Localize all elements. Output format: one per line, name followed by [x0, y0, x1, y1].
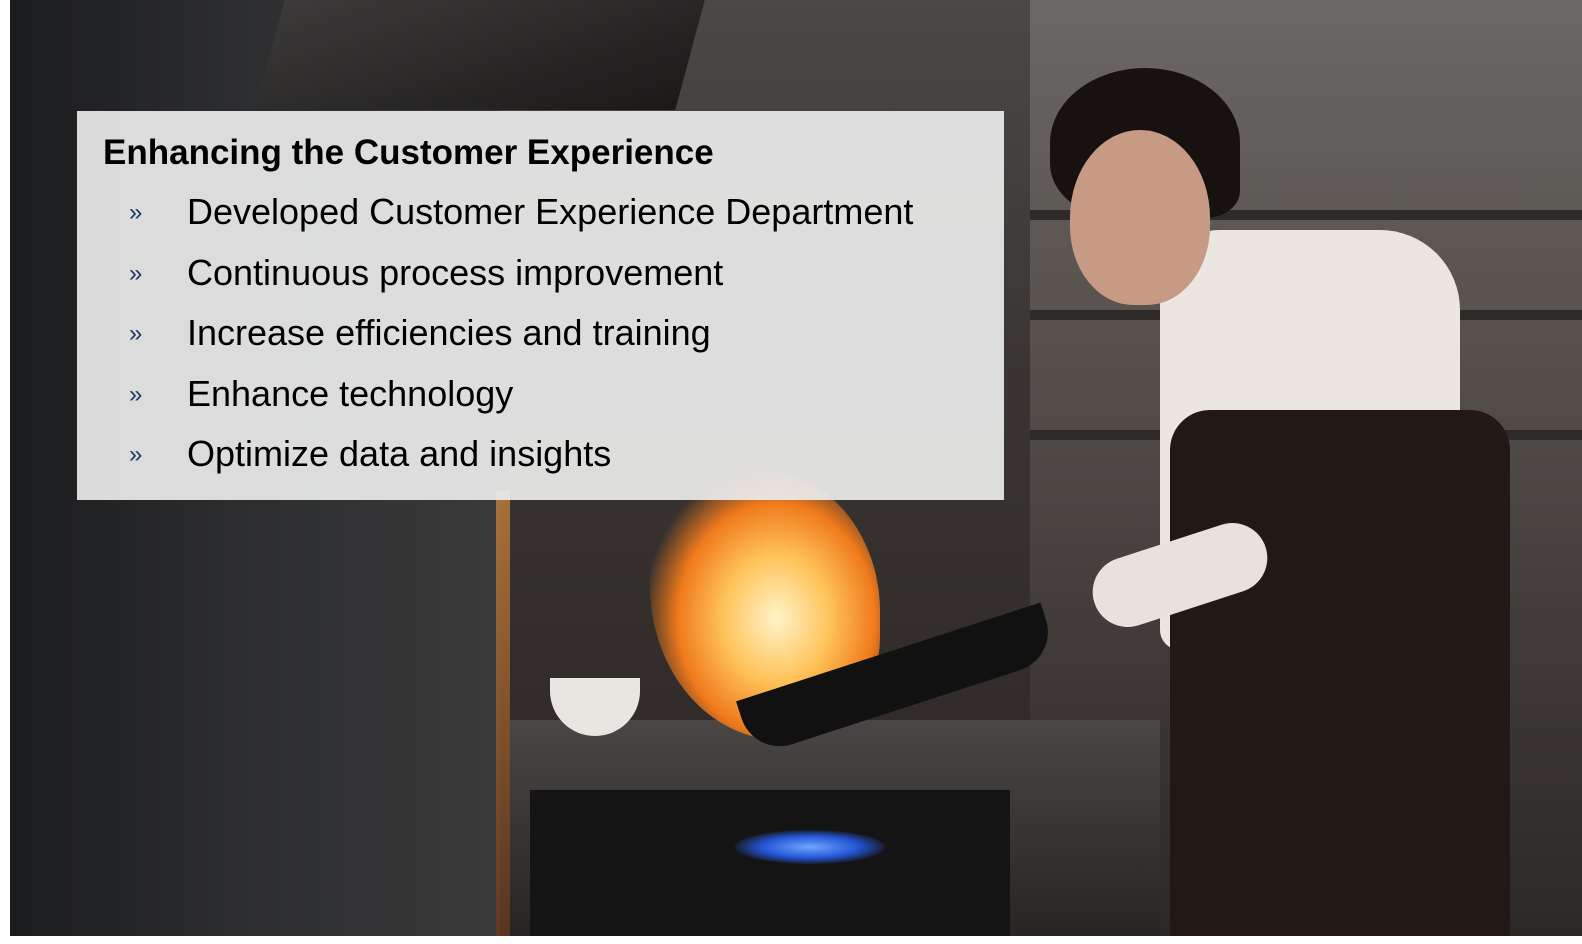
slide-title: Enhancing the Customer Experience: [103, 133, 714, 172]
photo-stove: [530, 790, 1010, 936]
photo-pillar-glow: [496, 490, 510, 936]
text-panel: Enhancing the Customer Experience » Deve…: [77, 111, 1004, 500]
bullet-marker-icon: »: [129, 199, 143, 226]
bullet-text: Developed Customer Experience Department: [187, 191, 914, 232]
photo-gas-flame: [735, 830, 885, 864]
slide: Enhancing the Customer Experience » Deve…: [10, 0, 1582, 936]
photo-chef-apron: [1170, 410, 1510, 936]
bullet-text: Optimize data and insights: [187, 433, 612, 474]
bullet-marker-icon: »: [129, 441, 143, 468]
bullet-text: Increase efficiencies and training: [187, 312, 711, 353]
bullet-text: Continuous process improvement: [187, 251, 724, 293]
bullet-marker-icon: »: [129, 259, 143, 287]
bullet-text: Enhance technology: [187, 372, 514, 414]
photo-chef-face: [1070, 130, 1210, 305]
bullet-marker-icon: »: [129, 320, 143, 347]
bullet-marker-icon: »: [129, 380, 143, 408]
photo-range-hood: [255, 0, 705, 110]
